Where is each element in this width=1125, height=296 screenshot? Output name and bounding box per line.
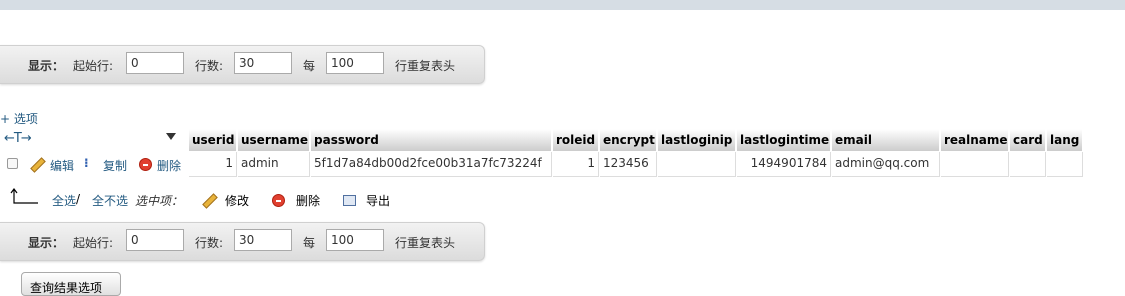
cell-password: 5f1d7a84db00d2fce00b31a7fc73224f bbox=[311, 152, 552, 177]
check-all-link[interactable]: 全选 bbox=[52, 192, 76, 209]
export-icon[interactable] bbox=[343, 195, 356, 206]
column-header-lastlogintime[interactable]: lastlogintime bbox=[737, 129, 831, 151]
top-strip bbox=[0, 0, 1125, 10]
cell-encrypt: 123456 bbox=[600, 152, 657, 177]
cell-lang bbox=[1047, 152, 1083, 177]
export-button[interactable]: 导出 bbox=[366, 192, 390, 209]
bulk-delete-button[interactable]: 删除 bbox=[296, 192, 320, 209]
show-label: 显示： bbox=[28, 59, 65, 73]
copy-icon[interactable]: ⁝ bbox=[84, 156, 89, 170]
nav-panel-bottom: 显示： 起始行: 行数: 每 行重复表头 bbox=[0, 222, 485, 261]
repeat-header-label: 行重复表头 bbox=[395, 236, 456, 250]
uncheck-all-link[interactable]: 全不选 bbox=[92, 192, 128, 209]
repeat-header-input[interactable] bbox=[326, 229, 384, 251]
every-label: 每 bbox=[303, 236, 316, 250]
cell-lastlogintime: 1494901784 bbox=[737, 152, 831, 177]
column-header-realname[interactable]: realname bbox=[941, 129, 1009, 151]
column-header-email[interactable]: email bbox=[832, 129, 940, 151]
nav-panel-top: 显示： 起始行: 行数: 每 行重复表头 bbox=[0, 45, 485, 84]
cell-card bbox=[1010, 152, 1046, 177]
repeat-header-input[interactable] bbox=[326, 52, 384, 74]
rows-label: 行数: bbox=[195, 236, 224, 250]
rows-label: 行数: bbox=[195, 59, 224, 73]
start-row-input[interactable] bbox=[126, 229, 184, 251]
delete-icon[interactable] bbox=[139, 158, 152, 171]
edit-link[interactable]: 编辑 bbox=[50, 157, 74, 174]
cell-username: admin bbox=[238, 152, 310, 177]
repeat-header-label: 行重复表头 bbox=[395, 59, 456, 73]
column-header-username[interactable]: username bbox=[238, 129, 310, 151]
start-row-input[interactable] bbox=[126, 52, 184, 74]
column-header-encrypt[interactable]: encrypt bbox=[600, 129, 657, 151]
sort-dropdown-icon[interactable] bbox=[166, 133, 176, 140]
options-link[interactable]: + 选项 bbox=[0, 110, 38, 127]
column-header-password[interactable]: password bbox=[311, 129, 552, 151]
rows-input[interactable] bbox=[234, 229, 292, 251]
delete-link[interactable]: 删除 bbox=[157, 157, 181, 174]
copy-link[interactable]: 复制 bbox=[103, 157, 127, 174]
rows-input[interactable] bbox=[234, 52, 292, 74]
every-label: 每 bbox=[303, 59, 316, 73]
cell-userid: 1 bbox=[189, 152, 237, 177]
select-arrow-icon bbox=[10, 188, 38, 204]
modify-button[interactable]: 修改 bbox=[225, 192, 249, 209]
with-selected-label: 选中项： bbox=[135, 194, 184, 208]
query-results-options-button[interactable]: 查询结果选项 bbox=[21, 272, 121, 296]
cell-email: admin@qq.com bbox=[832, 152, 940, 177]
column-resize-arrows-icon[interactable]: ←T→ bbox=[4, 131, 32, 146]
column-header-roleid[interactable]: roleid bbox=[553, 129, 599, 151]
column-header-userid[interactable]: userid bbox=[189, 129, 237, 151]
edit-pencil-icon[interactable] bbox=[30, 157, 46, 173]
cell-realname bbox=[941, 152, 1009, 177]
column-header-lang[interactable]: lang bbox=[1047, 129, 1083, 151]
column-header-card[interactable]: card bbox=[1010, 129, 1046, 151]
show-label: 显示： bbox=[28, 236, 65, 250]
start-row-label: 起始行: bbox=[73, 236, 114, 250]
cell-lastloginip bbox=[658, 152, 736, 177]
row-checkbox[interactable] bbox=[7, 158, 18, 169]
check-separator: / bbox=[76, 192, 81, 206]
bulk-delete-icon[interactable] bbox=[272, 194, 285, 207]
column-header-lastloginip[interactable]: lastloginip bbox=[658, 129, 736, 151]
modify-pencil-icon[interactable] bbox=[202, 193, 218, 209]
start-row-label: 起始行: bbox=[73, 59, 114, 73]
cell-roleid: 1 bbox=[553, 152, 599, 177]
